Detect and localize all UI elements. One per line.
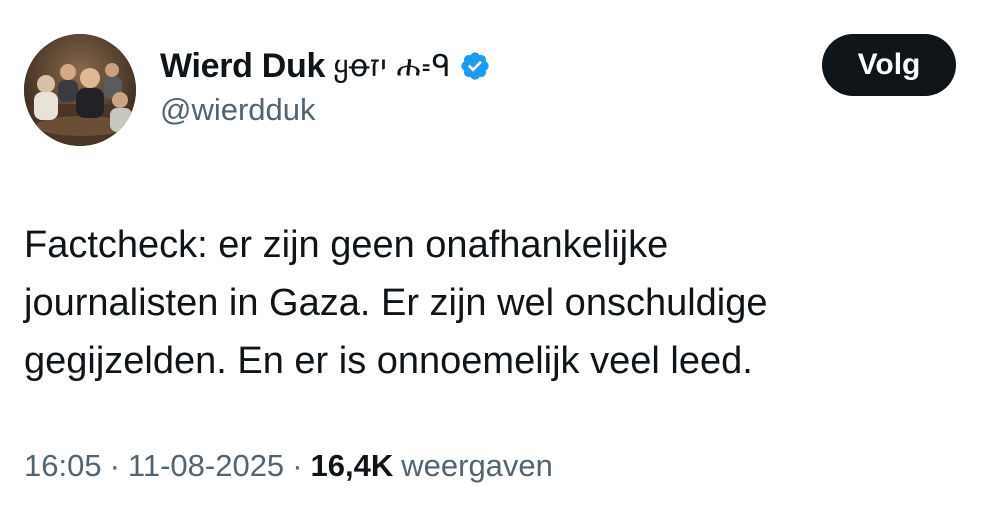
tweet-text-line: gegijzelden. En er is onnoemelijk veel l… [24, 340, 753, 382]
tweet-text-line: journalisten in Gaza. Er zijn wel onschu… [24, 282, 768, 324]
tweet-date[interactable]: 11-08-2025 [128, 448, 284, 484]
verified-badge-icon [459, 50, 491, 82]
tweet-text-line: Factcheck: er zijn geen onafhankelijke [24, 224, 669, 266]
author-name-row: Wierd Duk ყꝋיז ሐ꞊ᑫ [160, 44, 491, 88]
meta-separator: · [292, 448, 303, 483]
author-handle[interactable]: @wierdduk [160, 92, 316, 128]
views-count[interactable]: 16,4K [311, 448, 402, 484]
author-name-extra: ყꝋיז ሐ꞊ᑫ [333, 48, 451, 84]
avatar-image [24, 34, 136, 146]
follow-button[interactable]: Volg [822, 34, 956, 96]
views-label: weergaven [401, 448, 553, 483]
author-display-name[interactable]: Wierd Duk [160, 47, 325, 86]
tweet-text: Factcheck: er zijn geen onafhankelijke j… [24, 216, 964, 390]
tweet-meta: 16:05 · 11-08-2025 · 16,4K weergaven [24, 448, 553, 484]
avatar[interactable] [24, 34, 136, 146]
tweet-time[interactable]: 16:05 [24, 448, 102, 484]
meta-separator: · [109, 448, 120, 483]
